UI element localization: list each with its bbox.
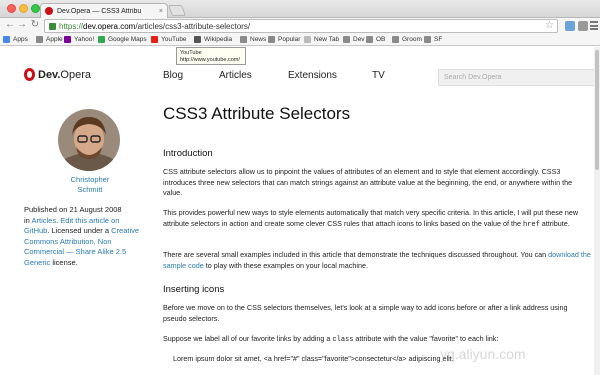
bookmark-item[interactable]: Popular — [268, 36, 300, 43]
bookmark-label: OB — [376, 36, 386, 43]
bookmark-item[interactable]: OB — [366, 36, 385, 43]
site-header: Dev.Opera Blog Articles Extensions TV Se… — [0, 46, 600, 96]
folder-icon — [424, 36, 431, 43]
youtube-icon — [151, 36, 158, 43]
apple-icon — [36, 36, 43, 43]
bookmark-label: News — [250, 36, 267, 43]
bookmark-label: Google Maps — [108, 36, 147, 43]
opera-favicon-icon — [45, 7, 53, 15]
browser-toolbar: ← → ↻ https://dev.opera.com/articles/css… — [0, 18, 600, 34]
paragraph: Before we move on to the CSS selectors t… — [163, 303, 568, 323]
search-input[interactable]: Search Dev.Opera — [438, 69, 600, 86]
nav-articles[interactable]: Articles — [219, 70, 252, 81]
tab-close-icon[interactable]: × — [159, 8, 163, 15]
maps-icon — [98, 36, 105, 43]
folder-icon — [366, 36, 373, 43]
menu-hamburger-icon[interactable] — [590, 21, 598, 30]
new-tab-button[interactable] — [167, 5, 187, 16]
folder-icon — [392, 36, 399, 43]
lock-icon — [49, 22, 56, 30]
bookmark-item[interactable]: YouTube — [151, 36, 187, 43]
section-heading-introduction: Introduction — [163, 148, 213, 159]
window-maximize-button[interactable] — [31, 4, 40, 13]
bookmark-item[interactable]: Google Maps — [98, 36, 147, 43]
author-name-link[interactable]: Christopher Schmitt — [60, 175, 120, 195]
article-body: CSS3 Attribute Selectors Introduction CS… — [163, 104, 591, 363]
bookmark-item[interactable]: Wikipedia — [194, 36, 232, 43]
category-link[interactable]: Articles — [32, 216, 57, 225]
bookmark-item[interactable]: Dev — [343, 36, 365, 43]
paragraph: CSS attribute selectors allow us to pinp… — [163, 167, 573, 197]
browser-tab-active[interactable]: Dev.Opera — CSS3 Attribu × — [40, 3, 168, 18]
yahoo-icon — [64, 36, 71, 43]
scrollbar-thumb[interactable] — [595, 50, 599, 170]
folder-icon — [268, 36, 275, 43]
bookmark-item[interactable]: Groom — [392, 36, 422, 43]
folder-icon — [343, 36, 350, 43]
browser-titlebar: Dev.Opera — CSS3 Attribu × — [0, 0, 600, 18]
page-icon — [304, 36, 311, 43]
bookmark-item[interactable]: Apple — [36, 36, 63, 43]
reload-button[interactable]: ↻ — [29, 19, 41, 30]
window-close-button[interactable] — [7, 4, 16, 13]
bookmark-label: SF — [434, 36, 443, 43]
watermark: yq.aliyun.com — [440, 346, 526, 362]
bookmark-item[interactable]: New Tab — [304, 36, 339, 43]
bookmark-label: Yahoo! — [74, 36, 95, 43]
apps-icon — [3, 36, 10, 43]
paragraph: Suppose we label all of our favorite lin… — [163, 334, 499, 344]
forward-button[interactable]: → — [16, 19, 28, 30]
wikipedia-icon — [194, 36, 201, 43]
article-meta: Published on 21 August 2008 in Articles.… — [24, 205, 140, 267]
page-title: CSS3 Attribute Selectors — [163, 104, 351, 123]
folder-icon — [240, 36, 247, 43]
bookmark-label: Wikipedia — [204, 36, 233, 43]
paragraph: There are several small examples include… — [163, 250, 591, 270]
bookmark-label: Groom — [402, 36, 422, 43]
bookmark-label: New Tab — [314, 36, 340, 43]
nav-extensions[interactable]: Extensions — [288, 70, 337, 81]
extension-icon[interactable] — [565, 21, 575, 31]
window-minimize-button[interactable] — [19, 4, 28, 13]
bookmark-label: Popular — [278, 36, 301, 43]
extension-icon[interactable] — [578, 21, 588, 31]
bookmark-item[interactable]: Yahoo! — [64, 36, 94, 43]
nav-blog[interactable]: Blog — [163, 70, 183, 81]
code-example: Lorem ipsum dolor sit amet, <a href="#" … — [173, 354, 454, 363]
bookmark-label: Apps — [13, 36, 28, 43]
dev-opera-logo[interactable]: Dev.Opera — [24, 68, 91, 81]
paragraph: This provides powerful new ways to style… — [163, 208, 579, 229]
opera-logo-icon — [24, 68, 35, 81]
section-heading-inserting-icons: Inserting icons — [163, 284, 225, 295]
bookmarks-bar: Apps Apple Yahoo! Google Maps YouTube Wikiped… — [0, 34, 600, 46]
bookmark-label: Dev — [353, 36, 365, 43]
address-bar[interactable]: https://dev.opera.com/articles/css3-attr… — [44, 19, 558, 33]
bookmark-label: Apple — [46, 36, 63, 43]
bookmark-item[interactable]: SF — [424, 36, 442, 43]
nav-tv[interactable]: TV — [372, 70, 385, 81]
tab-title: Dev.Opera — CSS3 Attribu — [57, 7, 142, 15]
url-text: https://dev.opera.com/articles/css3-attr… — [59, 21, 251, 31]
bookmark-item[interactable]: Apps — [3, 36, 28, 43]
bookmark-item[interactable]: News — [240, 36, 266, 43]
bookmark-star-icon[interactable]: ☆ — [545, 20, 554, 31]
author-avatar — [58, 109, 120, 171]
back-button[interactable]: ← — [4, 19, 16, 30]
bookmark-label: YouTube — [161, 36, 187, 43]
